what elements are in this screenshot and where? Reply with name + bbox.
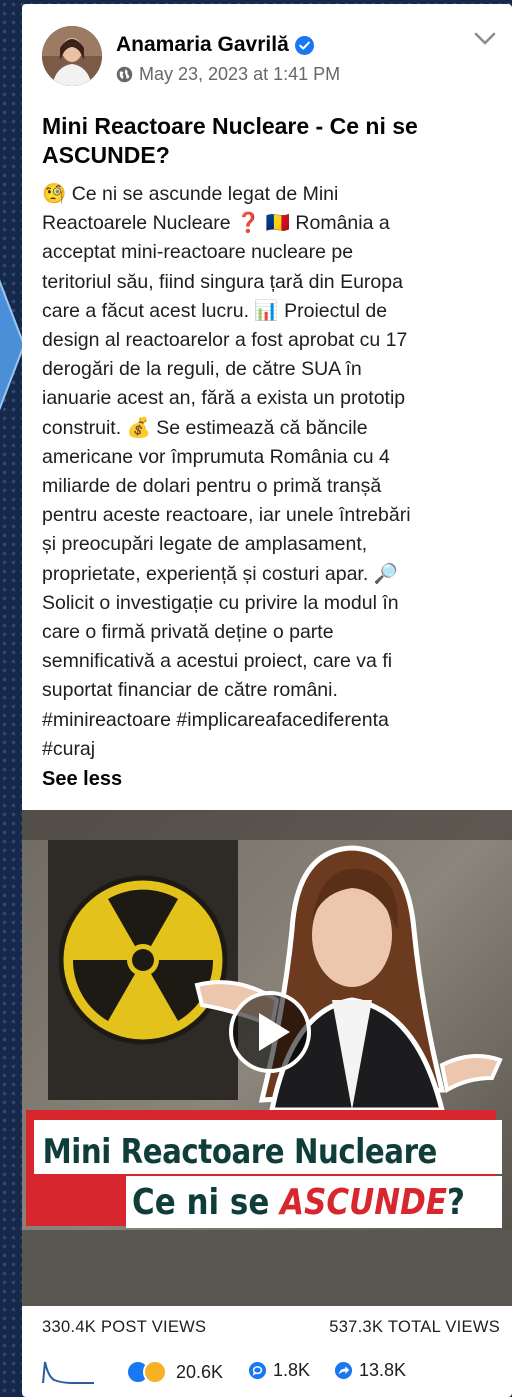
engagement-bar: 20.6K 1.8K 13.8K [22,1352,512,1392]
facebook-post-card: Anamaria Gavrilă May 23, 2023 at 1:41 PM… [22,4,512,1397]
haha-icon [143,1360,167,1384]
post-meta: May 23, 2023 at 1:41 PM [116,64,340,85]
shares-value: 13.8K [359,1360,407,1380]
reactions-count[interactable]: 20.6K [126,1360,223,1384]
post-title: Mini Reactoare Nucleare - Ce ni se ASCUN… [42,113,418,168]
timestamp[interactable]: May 23, 2023 at 1:41 PM [139,64,340,85]
play-icon[interactable] [229,991,311,1073]
sparkline-icon [42,1361,94,1384]
shares-count[interactable]: 13.8K [334,1360,406,1381]
post-header: Anamaria Gavrilă May 23, 2023 at 1:41 PM [22,4,512,104]
avatar[interactable] [42,26,102,86]
post-views: 330.4K POST VIEWS [42,1318,207,1336]
comments-value: 1.8K [273,1360,311,1380]
share-icon [334,1361,353,1380]
reactions-value: 20.6K [176,1361,224,1382]
views-stats: 330.4K POST VIEWS 537.3K TOTAL VIEWS [22,1314,512,1344]
caption-highlight: ASCUNDE [280,1182,448,1223]
caption-prefix: Ce ni se [132,1182,281,1223]
video-player[interactable]: Mini Reactoare Nucleare Ce ni se ASCUNDE… [22,810,512,1306]
author-name[interactable]: Anamaria Gavrilă [116,33,314,57]
caption-suffix: ? [447,1182,465,1223]
radiation-icon [58,875,228,1045]
comments-count[interactable]: 1.8K [248,1360,310,1381]
comment-icon [248,1361,267,1380]
chevron-down-icon[interactable] [474,32,496,46]
author-name-text[interactable]: Anamaria Gavrilă [116,33,289,57]
total-views: 537.3K TOTAL VIEWS [329,1318,500,1336]
globe-icon [116,66,133,83]
verified-icon [294,35,314,55]
video-caption-line2: Ce ni se ASCUNDE? [132,1182,465,1223]
see-less-link[interactable]: See less [42,768,122,791]
video-thumbnail [22,810,512,1306]
video-caption-line1: Mini Reactoare Nucleare [42,1132,438,1172]
post-body: 🧐 Ce ni se ascunde legat de Mini Reactoa… [42,183,411,760]
reaction-icons [126,1360,167,1384]
